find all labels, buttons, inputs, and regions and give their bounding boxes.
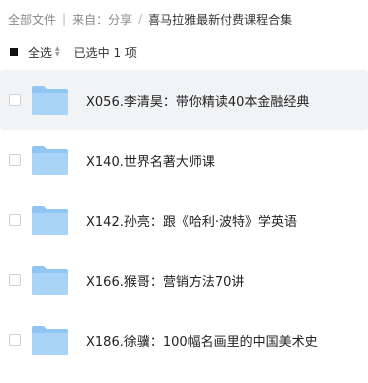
select-all-checkbox[interactable] [10, 48, 18, 56]
folder-icon [32, 86, 68, 115]
select-all-label[interactable]: 全选 [28, 44, 52, 61]
folder-icon [32, 206, 68, 235]
selected-count: 已选中 1 项 [73, 45, 137, 60]
breadcrumb-source[interactable]: 来自：分享 [72, 11, 132, 28]
folder-icon [32, 266, 68, 295]
row-checkbox[interactable] [9, 94, 21, 106]
file-row[interactable]: X142.孙亮：跟《哈利·波特》学英语 [0, 190, 368, 250]
selection-bar: 全选 ▲ ▼ 已选中 1 项 [10, 42, 137, 62]
breadcrumb-separator: | [62, 12, 67, 26]
file-name[interactable]: X186.徐骥：100幅名画里的中国美术史 [86, 331, 318, 350]
breadcrumb-current: 喜马拉雅最新付费课程合集 [148, 12, 293, 27]
sort-icon[interactable]: ▲ ▼ [55, 46, 60, 58]
file-name[interactable]: X166.猴哥：营销方法70讲 [86, 271, 244, 290]
file-name[interactable]: X056.李清昊：带你精读40本金融经典 [86, 91, 309, 110]
row-checkbox[interactable] [9, 274, 21, 286]
file-row[interactable]: X140.世界名著大师课 [0, 130, 368, 190]
breadcrumb-separator: / [138, 12, 143, 26]
file-row[interactable]: X166.猴哥：营销方法70讲 [0, 250, 368, 310]
file-name[interactable]: X142.孙亮：跟《哈利·波特》学英语 [86, 211, 297, 230]
row-checkbox[interactable] [9, 154, 21, 166]
breadcrumb-all-files[interactable]: 全部文件 [8, 11, 56, 28]
file-row[interactable]: X186.徐骥：100幅名画里的中国美术史 [0, 310, 368, 370]
row-checkbox[interactable] [9, 334, 21, 346]
file-name[interactable]: X140.世界名著大师课 [86, 151, 215, 170]
file-row[interactable]: X056.李清昊：带你精读40本金融经典 [0, 70, 368, 130]
row-checkbox[interactable] [9, 214, 21, 226]
file-list: X056.李清昊：带你精读40本金融经典 X140.世界名著大师课 X142.孙… [0, 70, 368, 370]
folder-icon [32, 326, 68, 355]
breadcrumb: 全部文件 | 来自：分享 / 喜马拉雅最新付费课程合集 [8, 9, 292, 29]
folder-icon [32, 146, 68, 175]
